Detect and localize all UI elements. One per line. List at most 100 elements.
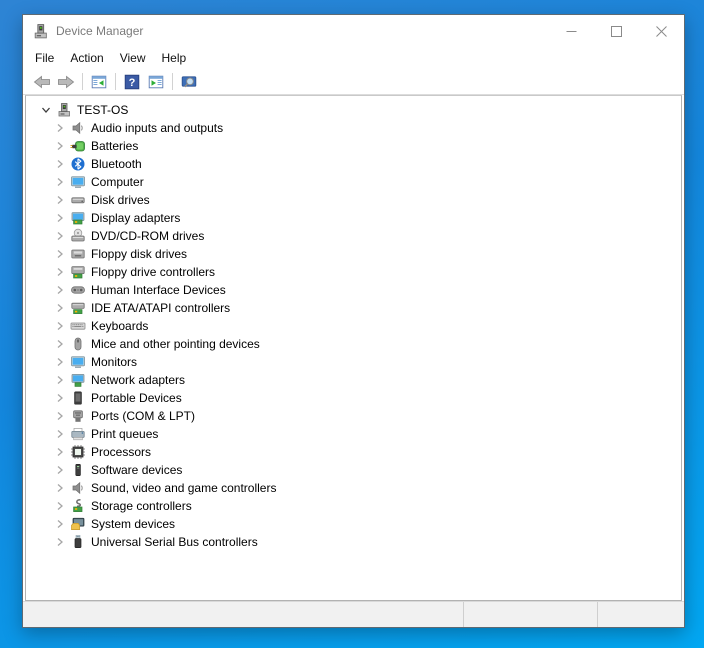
tree-item-label: Floppy drive controllers: [89, 265, 217, 279]
chevron-right-icon[interactable]: [53, 320, 67, 332]
device-category-icon: [70, 444, 86, 460]
tree-item-mouse[interactable]: Mice and other pointing devices: [26, 335, 681, 353]
chevron-right-icon[interactable]: [53, 410, 67, 422]
device-category-icon: [70, 192, 86, 208]
tree-item-monitor[interactable]: Monitors: [26, 353, 681, 371]
device-category-icon: [70, 210, 86, 226]
help-button[interactable]: [120, 71, 144, 93]
chevron-right-icon[interactable]: [53, 482, 67, 494]
show-console-tree-button[interactable]: [87, 71, 111, 93]
toolbar-separator: [172, 73, 173, 90]
chevron-right-icon[interactable]: [53, 536, 67, 548]
tree-item-battery[interactable]: Batteries: [26, 137, 681, 155]
minimize-icon: [566, 26, 577, 37]
scan-hardware-changes-button[interactable]: [177, 71, 201, 93]
forward-button[interactable]: [54, 71, 78, 93]
chevron-right-icon[interactable]: [53, 248, 67, 260]
tree-item-hid[interactable]: Human Interface Devices: [26, 281, 681, 299]
menu-view[interactable]: View: [112, 49, 154, 67]
device-category-icon: [70, 372, 86, 388]
window-controls: [549, 15, 684, 47]
toolbar-separator: [115, 73, 116, 90]
chevron-right-icon[interactable]: [53, 392, 67, 404]
tree-item-monitor[interactable]: Computer: [26, 173, 681, 191]
tree-item-floppy-controller[interactable]: Floppy drive controllers: [26, 263, 681, 281]
chevron-right-icon[interactable]: [53, 500, 67, 512]
maximize-button[interactable]: [594, 15, 639, 47]
toolbar-separator: [82, 73, 83, 90]
chevron-right-icon[interactable]: [53, 158, 67, 170]
tree-item-bluetooth[interactable]: Bluetooth: [26, 155, 681, 173]
device-category-icon: [70, 534, 86, 550]
device-category-icon: [70, 498, 86, 514]
tree-item-label: Network adapters: [89, 373, 187, 387]
chevron-down-icon[interactable]: [39, 104, 53, 116]
chevron-right-icon[interactable]: [53, 176, 67, 188]
window-title: Device Manager: [56, 24, 143, 38]
device-category-icon: [70, 354, 86, 370]
chevron-right-icon[interactable]: [53, 374, 67, 386]
tree-item-speaker[interactable]: Sound, video and game controllers: [26, 479, 681, 497]
chevron-right-icon[interactable]: [53, 302, 67, 314]
tree-item-system[interactable]: System devices: [26, 515, 681, 533]
chevron-right-icon[interactable]: [53, 446, 67, 458]
tree-item-label: Disk drives: [89, 193, 152, 207]
tree-item-floppy-drive[interactable]: Floppy disk drives: [26, 245, 681, 263]
device-category-icon: [70, 174, 86, 190]
tree-item-label: System devices: [89, 517, 177, 531]
tree-root-test-os[interactable]: TEST-OS: [26, 101, 681, 119]
chevron-right-icon[interactable]: [53, 428, 67, 440]
chevron-right-icon[interactable]: [53, 338, 67, 350]
chevron-right-icon[interactable]: [53, 356, 67, 368]
tree-item-printer[interactable]: Print queues: [26, 425, 681, 443]
console-tree-icon: [91, 74, 107, 90]
tree-item-usb[interactable]: Universal Serial Bus controllers: [26, 533, 681, 551]
tree-item-label: Computer: [89, 175, 146, 189]
tree-item-network[interactable]: Network adapters: [26, 371, 681, 389]
chevron-right-icon[interactable]: [53, 230, 67, 242]
tree-item-portable[interactable]: Portable Devices: [26, 389, 681, 407]
chevron-right-icon[interactable]: [53, 122, 67, 134]
tree-item-display-adapter[interactable]: Display adapters: [26, 209, 681, 227]
back-button[interactable]: [30, 71, 54, 93]
chevron-right-icon[interactable]: [53, 284, 67, 296]
tree-item-ports[interactable]: Ports (COM & LPT): [26, 407, 681, 425]
chevron-right-icon[interactable]: [53, 266, 67, 278]
menu-bar: File Action View Help: [23, 47, 684, 69]
tree-item-software[interactable]: Software devices: [26, 461, 681, 479]
chevron-right-icon[interactable]: [53, 464, 67, 476]
tree-item-ide[interactable]: IDE ATA/ATAPI controllers: [26, 299, 681, 317]
tree-item-label: Software devices: [89, 463, 184, 477]
tree-item-speaker[interactable]: Audio inputs and outputs: [26, 119, 681, 137]
tree-item-label: Portable Devices: [89, 391, 184, 405]
tree-item-label: Mice and other pointing devices: [89, 337, 262, 351]
tree-item-dvd[interactable]: DVD/CD-ROM drives: [26, 227, 681, 245]
menu-help[interactable]: Help: [154, 49, 195, 67]
device-category-icon: [70, 300, 86, 316]
chevron-right-icon[interactable]: [53, 212, 67, 224]
chevron-right-icon[interactable]: [53, 140, 67, 152]
device-category-icon: [70, 156, 86, 172]
device-manager-app-icon: [32, 23, 49, 40]
tree-item-label: Print queues: [89, 427, 160, 441]
device-category-icon: [70, 336, 86, 352]
status-segment-1: [23, 602, 463, 627]
tree-item-label: Sound, video and game controllers: [89, 481, 278, 495]
menu-file[interactable]: File: [27, 49, 62, 67]
help-icon: [124, 74, 140, 90]
chevron-right-icon[interactable]: [53, 518, 67, 530]
menu-action[interactable]: Action: [62, 49, 111, 67]
tree-item-storage[interactable]: Storage controllers: [26, 497, 681, 515]
tree-item-keyboard[interactable]: Keyboards: [26, 317, 681, 335]
show-action-pane-button[interactable]: [144, 71, 168, 93]
close-button[interactable]: [639, 15, 684, 47]
tree-item-processor[interactable]: Processors: [26, 443, 681, 461]
tree-item-label: Batteries: [89, 139, 140, 153]
tree-item-label: DVD/CD-ROM drives: [89, 229, 206, 243]
device-manager-window: Device Manager File Action View Help: [22, 14, 685, 628]
tree-item-label: Processors: [89, 445, 153, 459]
chevron-right-icon[interactable]: [53, 194, 67, 206]
tree-item-disk[interactable]: Disk drives: [26, 191, 681, 209]
minimize-button[interactable]: [549, 15, 594, 47]
device-tree-panel: TEST-OS Audio inputs and outputs Batteri…: [25, 95, 682, 601]
